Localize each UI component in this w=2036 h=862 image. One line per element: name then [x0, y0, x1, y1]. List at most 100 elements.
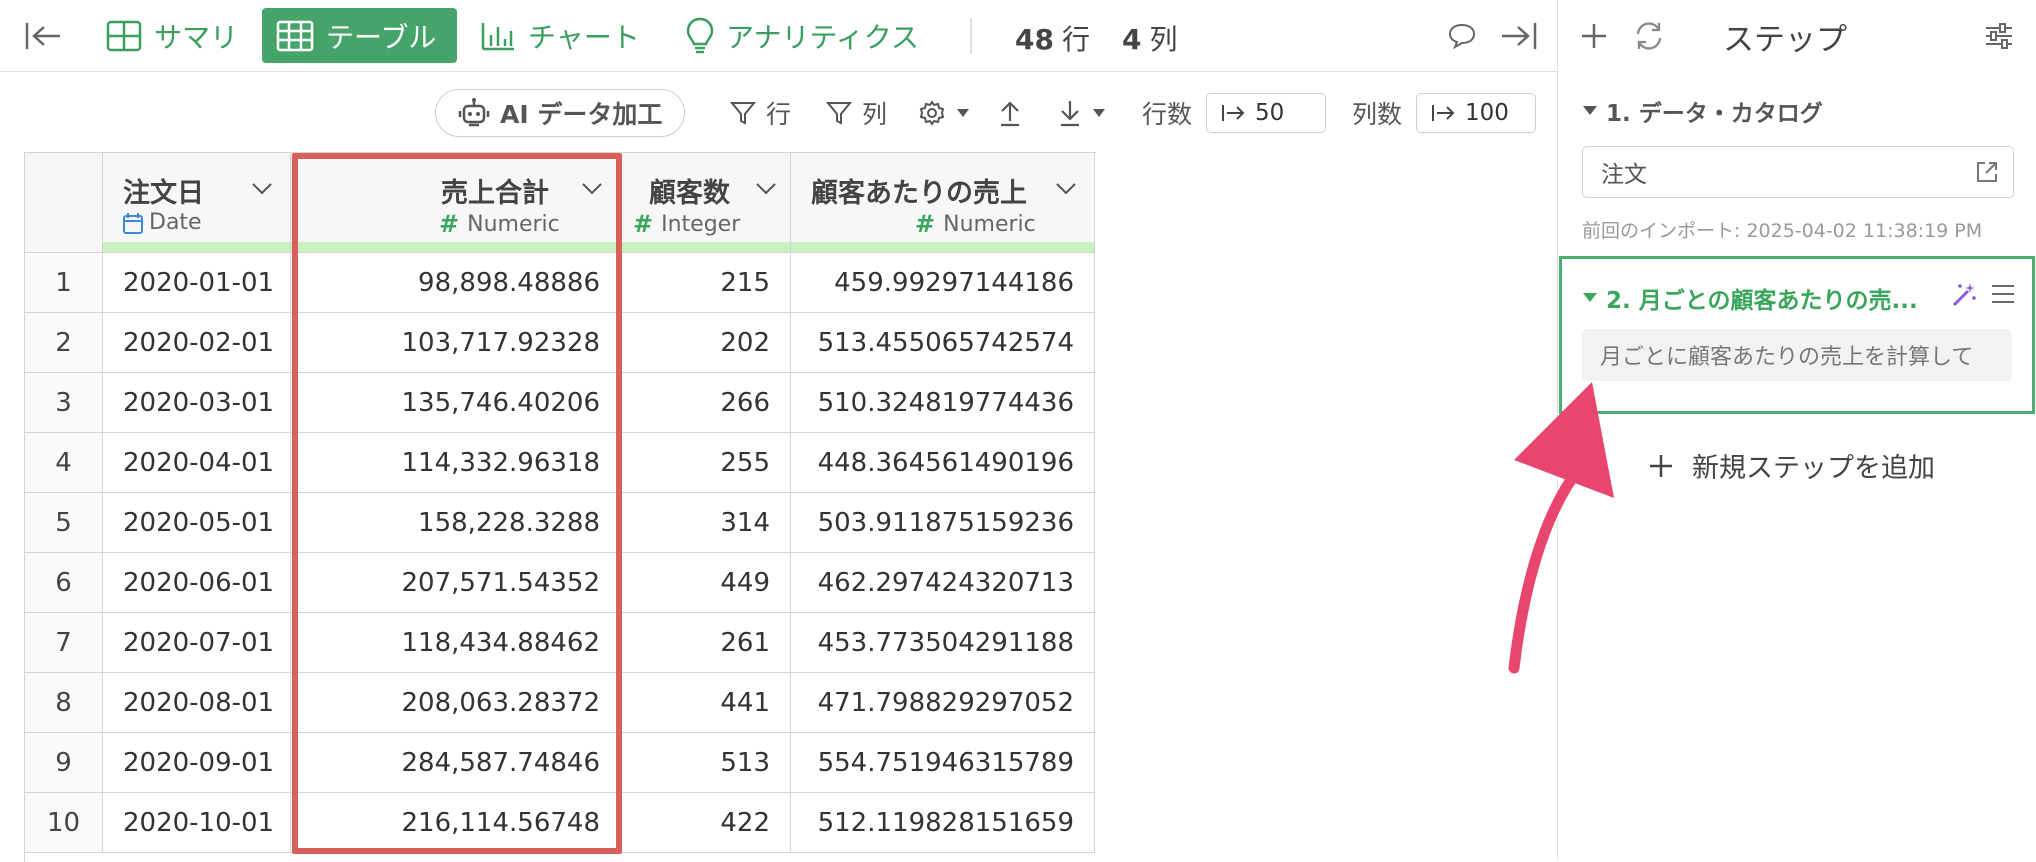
- robot-icon: [458, 98, 490, 127]
- cols-limit-input[interactable]: 100: [1416, 93, 1536, 133]
- table-row[interactable]: 9 2020-09-01 284,587.74846 513 554.75194…: [25, 733, 1096, 793]
- cell-date[interactable]: 2020-02-01: [103, 313, 291, 373]
- upload-button[interactable]: [998, 91, 1032, 135]
- cell-date[interactable]: 2020-08-01: [103, 673, 291, 733]
- cell-customers[interactable]: 215: [621, 253, 791, 313]
- step-2-header[interactable]: 2. 月ごとの顧客あたりの売...: [1582, 281, 1918, 315]
- data-table: 注文日 Date 売上合計 # Numeric 顧客数 # Integer 顧客…: [24, 152, 1096, 862]
- chevron-down-icon[interactable]: [755, 181, 777, 200]
- cell-per-customer[interactable]: 462.297424320713: [791, 553, 1095, 613]
- cell-sales[interactable]: 216,114.56748: [291, 793, 621, 853]
- column-header-sales-per-customer[interactable]: 顧客あたりの売上 # Numeric: [791, 153, 1095, 253]
- cell-date[interactable]: 2020-06-01: [103, 553, 291, 613]
- cell-sales[interactable]: 118,434.88462: [291, 613, 621, 673]
- cell-customers[interactable]: 255: [621, 433, 791, 493]
- settings-sliders-icon[interactable]: [1980, 18, 2018, 54]
- cell-customers[interactable]: 449: [621, 553, 791, 613]
- cell-date[interactable]: 2020-04-01: [103, 433, 291, 493]
- table-row[interactable]: 1 2020-01-01 98,898.48886 215 459.992971…: [25, 253, 1096, 313]
- arrow-to-right-icon: [1222, 105, 1245, 121]
- cell-sales[interactable]: 98,898.48886: [291, 253, 621, 313]
- magic-wand-icon[interactable]: [1950, 281, 1978, 309]
- step-2-card[interactable]: 2. 月ごとの顧客あたりの売... 月ごとに顧客あたりの売上を計算して: [1559, 256, 2035, 414]
- column-header-order-date[interactable]: 注文日 Date: [103, 153, 291, 253]
- row-filter-button[interactable]: 行: [730, 91, 791, 135]
- tab-table[interactable]: テーブル: [262, 8, 457, 63]
- cell-sales[interactable]: 284,587.74846: [291, 733, 621, 793]
- tab-chart-label: チャート: [528, 20, 640, 54]
- table-row[interactable]: 3 2020-03-01 135,746.40206 266 510.32481…: [25, 373, 1096, 433]
- collapse-left-icon[interactable]: [20, 16, 66, 56]
- column-header-customer-count[interactable]: 顧客数 # Integer: [621, 153, 791, 253]
- table-row[interactable]: 10 2020-10-01 216,114.56748 422 512.1198…: [25, 793, 1096, 853]
- table-row[interactable]: 6 2020-06-01 207,571.54352 449 462.29742…: [25, 553, 1096, 613]
- download-dropdown[interactable]: [1058, 91, 1116, 135]
- cell-date[interactable]: 2020-09-01: [103, 733, 291, 793]
- collapse-right-icon[interactable]: [1496, 16, 1542, 56]
- column-type-label: Numeric: [467, 211, 560, 237]
- data-source-name: 注文: [1601, 162, 1647, 188]
- cell-per-customer[interactable]: 503.911875159236: [791, 493, 1095, 553]
- cell-sales[interactable]: 135,746.40206: [291, 373, 621, 433]
- cell-per-customer[interactable]: 512.119828151659: [791, 793, 1095, 853]
- cell-date[interactable]: 2020-05-01: [103, 493, 291, 553]
- hamburger-menu-icon[interactable]: [1990, 283, 2016, 305]
- cell-customers[interactable]: 513: [621, 733, 791, 793]
- settings-dropdown[interactable]: [918, 91, 980, 135]
- cell-customers[interactable]: 266: [621, 373, 791, 433]
- upload-icon: [1001, 101, 1019, 127]
- cell-per-customer[interactable]: 554.751946315789: [791, 733, 1095, 793]
- column-filter-button[interactable]: 列: [826, 91, 887, 135]
- chevron-down-icon[interactable]: [251, 181, 273, 200]
- cell-per-customer[interactable]: 453.773504291188: [791, 613, 1095, 673]
- refresh-icon[interactable]: [1630, 18, 1668, 54]
- cell-customers[interactable]: 441: [621, 673, 791, 733]
- table-row[interactable]: 2 2020-02-01 103,717.92328 202 513.45506…: [25, 313, 1096, 373]
- cell-per-customer[interactable]: 448.364561490196: [791, 433, 1095, 493]
- col-count-unit: 列: [1149, 23, 1178, 56]
- column-type-label: Integer: [661, 211, 741, 237]
- data-source-field[interactable]: 注文: [1582, 146, 2014, 198]
- chevron-down-icon[interactable]: [581, 181, 603, 200]
- rows-limit-input[interactable]: 50: [1206, 93, 1326, 133]
- table-row[interactable]: 8 2020-08-01 208,063.28372 441 471.79882…: [25, 673, 1096, 733]
- cell-customers[interactable]: 261: [621, 613, 791, 673]
- cell-date[interactable]: 2020-03-01: [103, 373, 291, 433]
- tab-analytics[interactable]: アナリティクス: [672, 8, 933, 63]
- column-header-total-sales[interactable]: 売上合計 # Numeric: [291, 153, 621, 253]
- bar-chart-icon: [481, 22, 514, 50]
- cell-customers[interactable]: 202: [621, 313, 791, 373]
- column-name: 顧客あたりの売上: [811, 178, 1027, 209]
- comment-icon[interactable]: [1444, 18, 1480, 54]
- ai-data-wrangling-button[interactable]: AI データ加工: [435, 89, 686, 137]
- cell-sales[interactable]: 208,063.28372: [291, 673, 621, 733]
- cell-sales[interactable]: 103,717.92328: [291, 313, 621, 373]
- caret-down-icon: [1583, 293, 1597, 302]
- table-row[interactable]: 7 2020-07-01 118,434.88462 261 453.77350…: [25, 613, 1096, 673]
- cell-customers[interactable]: 422: [621, 793, 791, 853]
- cell-sales[interactable]: 158,228.3288: [291, 493, 621, 553]
- chevron-down-icon[interactable]: [1055, 181, 1077, 200]
- cell-date[interactable]: 2020-07-01: [103, 613, 291, 673]
- tab-summary[interactable]: サマリ: [92, 8, 252, 63]
- cell-per-customer[interactable]: 471.798829297052: [791, 673, 1095, 733]
- add-icon[interactable]: [1576, 18, 1612, 54]
- tab-analytics-label: アナリティクス: [726, 20, 919, 54]
- cell-per-customer[interactable]: 513.455065742574: [791, 313, 1095, 373]
- step-2-description[interactable]: 月ごとに顧客あたりの売上を計算して: [1582, 329, 2012, 381]
- table-row[interactable]: 5 2020-05-01 158,228.3288 314 503.911875…: [25, 493, 1096, 553]
- step-1-header[interactable]: 1. データ・カタログ: [1582, 94, 1823, 128]
- cell-date[interactable]: 2020-01-01: [103, 253, 291, 313]
- cell-sales[interactable]: 207,571.54352: [291, 553, 621, 613]
- cell-date[interactable]: 2020-10-01: [103, 793, 291, 853]
- cell-sales[interactable]: 114,332.96318: [291, 433, 621, 493]
- tab-chart[interactable]: チャート: [466, 8, 654, 63]
- cell-per-customer[interactable]: 459.99297144186: [791, 253, 1095, 313]
- cell-per-customer[interactable]: 510.324819774436: [791, 373, 1095, 433]
- table-row[interactable]: 4 2020-04-01 114,332.96318 255 448.36456…: [25, 433, 1096, 493]
- step-2-title: 2. 月ごとの顧客あたりの売...: [1606, 288, 1918, 314]
- add-step-button[interactable]: 新規ステップを追加: [1648, 446, 1935, 485]
- cell-customers[interactable]: 314: [621, 493, 791, 553]
- column-type: # Numeric: [439, 210, 560, 238]
- external-link-icon[interactable]: [1975, 160, 1999, 184]
